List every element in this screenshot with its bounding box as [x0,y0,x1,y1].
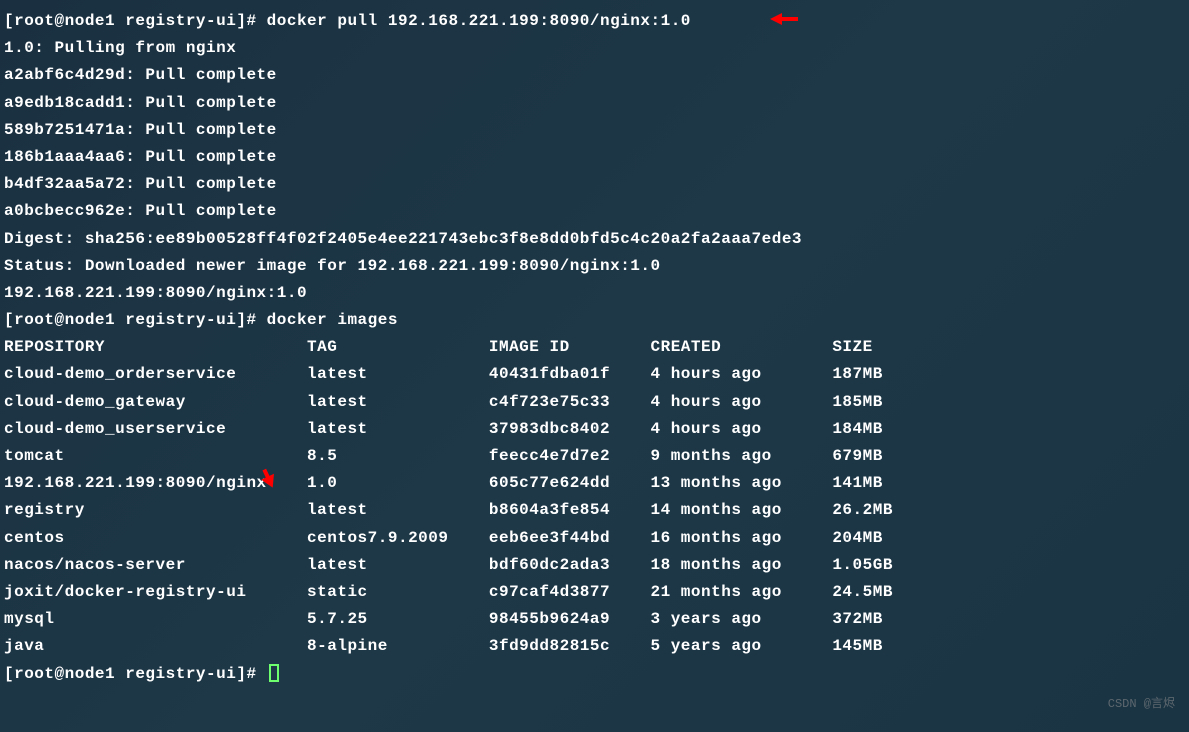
pull-output-line: a2abf6c4d29d: Pull complete [4,62,1185,89]
images-table-row: joxit/docker-registry-ui static c97caf4d… [4,579,1185,606]
shell-prompt: [root@node1 registry-ui]# [4,311,267,329]
shell-prompt: [root@node1 registry-ui]# [4,665,267,683]
pull-output-line: 186b1aaa4aa6: Pull complete [4,144,1185,171]
shell-prompt: [root@node1 registry-ui]# [4,12,267,30]
command-line-3[interactable]: [root@node1 registry-ui]# [4,661,1185,688]
images-table-row: 192.168.221.199:8090/nginx 1.0 605c77e62… [4,470,1185,497]
images-table-row: tomcat 8.5 feecc4e7d7e2 9 months ago 679… [4,443,1185,470]
cursor [269,664,279,682]
header-tag: TAG [307,338,489,356]
terminal-output: [root@node1 registry-ui]# docker pull 19… [4,8,1185,688]
images-header-row: REPOSITORY TAG IMAGE ID CREATED SIZE [4,334,1185,361]
header-repository: REPOSITORY [4,338,307,356]
header-created: CREATED [651,338,833,356]
pull-output-line: b4df32aa5a72: Pull complete [4,171,1185,198]
watermark-text: CSDN @言烬 [1108,694,1175,714]
pull-output-line: Status: Downloaded newer image for 192.1… [4,253,1185,280]
images-table-row: mysql 5.7.25 98455b9624a9 3 years ago 37… [4,606,1185,633]
pull-output-line: a0bcbecc962e: Pull complete [4,198,1185,225]
annotation-arrow-icon [770,6,798,40]
pull-output-line: 192.168.221.199:8090/nginx:1.0 [4,280,1185,307]
images-table-row: registry latest b8604a3fe854 14 months a… [4,497,1185,524]
pull-output-line: a9edb18cadd1: Pull complete [4,90,1185,117]
header-size: SIZE [832,338,872,356]
command-text: docker images [267,311,398,329]
images-table-row: centos centos7.9.2009 eeb6ee3f44bd 16 mo… [4,525,1185,552]
header-image-id: IMAGE ID [489,338,651,356]
pull-output-line: Digest: sha256:ee89b00528ff4f02f2405e4ee… [4,226,1185,253]
images-table-row: cloud-demo_userservice latest 37983dbc84… [4,416,1185,443]
images-table-row: nacos/nacos-server latest bdf60dc2ada3 1… [4,552,1185,579]
images-table-row: java 8-alpine 3fd9dd82815c 5 years ago 1… [4,633,1185,660]
pull-output-line: 1.0: Pulling from nginx [4,35,1185,62]
command-text: docker pull 192.168.221.199:8090/nginx:1… [267,12,691,30]
images-table-body: cloud-demo_orderservice latest 40431fdba… [4,361,1185,660]
pull-output-line: 589b7251471a: Pull complete [4,117,1185,144]
images-table-row: cloud-demo_gateway latest c4f723e75c33 4… [4,389,1185,416]
images-table-row: cloud-demo_orderservice latest 40431fdba… [4,361,1185,388]
command-line-1: [root@node1 registry-ui]# docker pull 19… [4,8,1185,35]
command-line-2: [root@node1 registry-ui]# docker images [4,307,1185,334]
